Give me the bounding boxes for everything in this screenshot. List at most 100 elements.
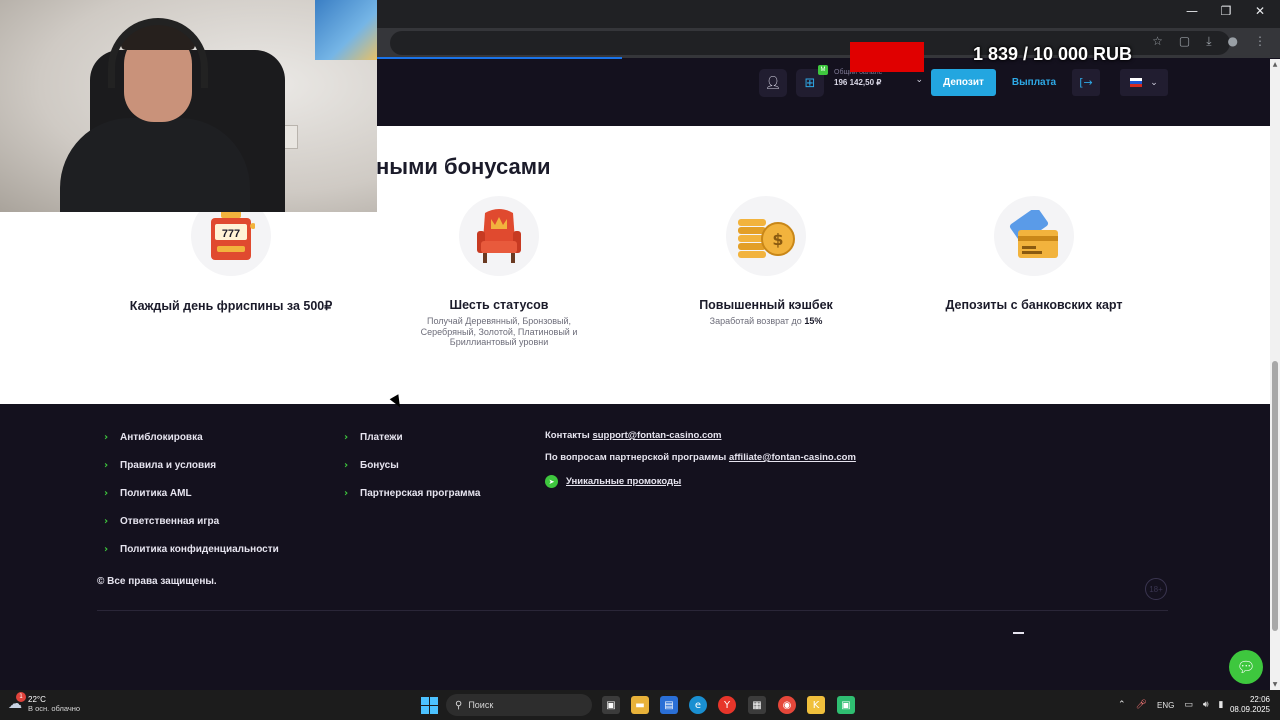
scroll-down-icon[interactable]: ▼ [1270,681,1280,688]
deposit-button[interactable]: Депозит [931,69,996,96]
chat-bubble-icon: 💬︎ [1236,658,1256,676]
feature-card-cashback: $ Повышенный кэшбек Заработай возврат до… [631,196,901,327]
redacted-box [850,42,924,72]
yandex-icon[interactable]: Y [718,696,736,714]
maximize-button[interactable]: ❐ [1218,4,1234,18]
basket-icon: ⊞ [804,75,816,91]
feature-title: Повышенный кэшбек [699,298,833,312]
donation-goal: 1 839 / 10 000 RUB [972,44,1133,64]
coins-icon: $ [726,196,806,276]
footer-link-antiblock[interactable]: › Антиблокировка [104,432,203,443]
system-tray: ⌃ 🎤︎ ENG ▭ 🔊︎ ▮ [1118,690,1223,720]
feature-description-text: Заработай возврат до [709,316,805,326]
clock-date: 08.09.2025 [1229,705,1270,714]
chevron-right-icon: › [104,432,109,443]
age-restriction-badge: 18+ [1145,578,1167,600]
chevron-right-icon: › [104,544,109,555]
section-title: ными бонусами [376,154,551,179]
footer-link-bonuses[interactable]: › Бонусы [344,460,399,471]
chevron-right-icon: › [104,516,109,527]
network-icon[interactable]: ▭ [1184,700,1193,710]
notification-badge: M [818,65,828,75]
chevron-right-icon: › [344,460,349,471]
store-icon[interactable]: ▤ [660,696,678,714]
withdraw-button[interactable]: Выплата [1004,69,1064,96]
bank-card-icon [994,196,1074,276]
svg-text:$: $ [772,230,783,249]
user-icon: 👤︎ [764,75,782,91]
volume-icon[interactable]: 🔊︎ [1203,700,1209,710]
chevron-right-icon: › [104,488,109,499]
footer-link-terms[interactable]: › Правила и условия [104,460,216,471]
microphone-icon[interactable]: 🎤︎ [1136,700,1147,710]
scrollbar-thumb[interactable] [1272,361,1278,631]
logout-icon: [→ [1079,76,1093,89]
dash-mark [1013,632,1024,634]
feature-description: Получай Деревянный, Бронзовый, Серебряны… [420,316,578,347]
russian-flag-icon [1130,78,1143,87]
affiliate-contacts-line: По вопросам партнерской программы affili… [545,452,856,463]
feature-title: Каждый день фриспины за 500₽ [129,299,333,313]
streamer-body [60,118,250,212]
system-clock[interactable]: 22:06 08.09.2025 [1226,695,1270,715]
promo-codes-link[interactable]: ➤ Уникальные промокоды [545,475,681,488]
browser-toolbar-icons: ☆ ▢ ⤓ ● ⋮ [1152,34,1266,49]
language-selector[interactable]: ⌄ [1120,69,1168,96]
task-view-icon[interactable]: ▣ [602,696,620,714]
feature-title: Шесть статусов [449,298,549,312]
balance-value: 196 142,50 ₽ [834,78,882,87]
feature-card-freespins: 777 Каждый день фриспины за 500₽ [96,196,366,313]
support-email-link[interactable]: support@fontan-casino.com [592,430,721,441]
chevron-right-icon: › [344,432,349,443]
start-button[interactable] [421,697,438,714]
cashback-percent: 15% [804,316,823,326]
search-placeholder: Поиск [468,700,494,710]
footer-link-affiliate[interactable]: › Партнерская программа [344,488,480,499]
affiliate-email-link[interactable]: affiliate@fontan-casino.com [729,452,856,463]
file-explorer-icon[interactable]: ▬ [631,696,649,714]
wall-poster [315,0,377,60]
taskbar-search[interactable]: ⚲ Поиск [446,694,592,716]
footer-link-payments[interactable]: › Платежи [344,432,403,443]
footer-link-responsible-gaming[interactable]: › Ответственная игра [104,516,219,527]
battery-icon[interactable]: ▮ [1219,700,1224,710]
weather-temperature: 22°C [28,695,46,704]
chevron-up-icon[interactable]: ⌃ [1118,700,1126,710]
scroll-up-icon[interactable]: ▲ [1270,61,1280,68]
webcam-overlay [0,0,377,212]
window-controls: — ❐ ✕ [1184,4,1268,18]
feature-description: Заработай возврат до 15% [631,316,901,327]
footer-divider [97,610,1168,611]
cloud-icon: ☁ 1 [8,692,26,712]
language-indicator[interactable]: ENG [1157,701,1174,710]
chrome-icon[interactable]: ◉ [778,696,796,714]
close-button[interactable]: ✕ [1252,4,1268,18]
app-icon[interactable]: ▣ [837,696,855,714]
footer-link-aml[interactable]: › Политика AML [104,488,192,499]
logout-button[interactable]: [→ [1072,69,1100,96]
chevron-right-icon: › [344,488,349,499]
extensions-icon[interactable]: ▢ [1179,34,1190,49]
feature-title: Депозиты с банковских карт [945,298,1123,312]
weather-widget[interactable]: ☁ 1 22°C В осн. облачно [8,692,80,713]
page-scrollbar[interactable]: ▲ ▼ [1270,59,1280,690]
balance-selector[interactable]: Общий баланс 196 142,50 ₽ ⌄ [834,69,926,97]
windows-taskbar: ☁ 1 22°C В осн. облачно ⚲ Поиск ▣ ▬ ▤ e … [0,690,1280,720]
menu-icon[interactable]: ⋮ [1254,34,1266,49]
chevron-right-icon: › [104,460,109,471]
clock-time: 22:06 [1249,695,1270,704]
chevron-down-icon: ⌄ [915,75,923,85]
chevron-down-icon: ⌄ [1150,77,1158,88]
minimize-button[interactable]: — [1184,4,1200,18]
download-icon[interactable]: ⤓ [1206,34,1211,49]
footer-link-privacy[interactable]: › Политика конфиденциальности [104,544,279,555]
feature-card-statuses: Шесть статусов Получай Деревянный, Бронз… [364,196,634,348]
profile-button[interactable]: 👤︎ [759,69,787,97]
profile-icon[interactable]: ● [1228,34,1238,49]
chat-button[interactable]: 💬︎ [1229,650,1263,684]
feature-card-bank-cards: Депозиты с банковских карт [899,196,1169,312]
app-icon[interactable]: K [807,696,825,714]
edge-icon[interactable]: e [689,696,707,714]
app-icon[interactable]: ▦ [748,696,766,714]
copyright-text: © Все права защищены. [97,576,217,587]
